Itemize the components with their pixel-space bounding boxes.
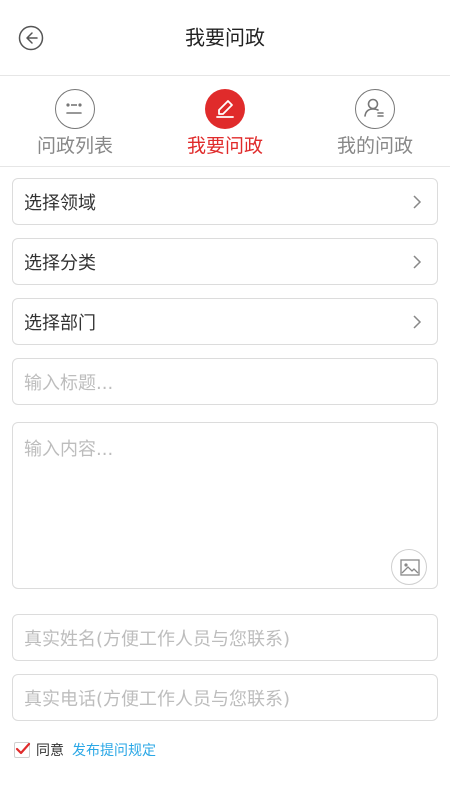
tab-ask-question[interactable]: 我要问政 [150, 77, 300, 167]
tab-my-questions[interactable]: 我的问政 [300, 77, 450, 167]
pencil-icon [205, 89, 245, 129]
real-name-input[interactable]: 真实姓名(方便工作人员与您联系) [12, 614, 438, 661]
agree-label: 同意 [36, 743, 64, 759]
title-input[interactable]: 输入标题... [12, 358, 438, 405]
add-image-button[interactable] [391, 549, 427, 585]
page-title: 我要问政 [185, 25, 265, 50]
select-department[interactable]: 选择部门 [12, 298, 438, 345]
agree-checkbox[interactable] [14, 742, 31, 758]
chevron-right-icon [413, 194, 422, 209]
posting-rules-link[interactable]: 发布提问规定 [72, 740, 156, 760]
tab-bar: 问政列表 我要问政 我的问政 [0, 77, 450, 167]
chevron-right-icon [413, 254, 422, 269]
real-phone-input[interactable]: 真实电话(方便工作人员与您联系) [12, 674, 438, 721]
title-placeholder: 输入标题... [24, 372, 114, 394]
tab-label: 我要问政 [186, 135, 263, 157]
select-category-label: 选择分类 [24, 252, 96, 274]
content-textarea[interactable]: 输入内容... [12, 422, 438, 589]
header-bar: 我要问政 [0, 0, 450, 76]
select-category[interactable]: 选择分类 [12, 238, 438, 285]
select-department-label: 选择部门 [24, 312, 96, 334]
checkmark-icon [15, 742, 31, 755]
user-icon [355, 89, 395, 129]
real-name-placeholder: 真实姓名(方便工作人员与您联系) [24, 628, 291, 650]
real-phone-placeholder: 真实电话(方便工作人员与您联系) [24, 688, 291, 710]
face-list-icon [55, 89, 95, 129]
select-domain-label: 选择领域 [24, 192, 96, 214]
content-placeholder: 输入内容... [24, 439, 114, 460]
chevron-right-icon [413, 314, 422, 329]
tab-label: 问政列表 [36, 135, 113, 157]
tab-label: 我的问政 [336, 135, 413, 157]
tab-question-list[interactable]: 问政列表 [0, 77, 150, 167]
agreement-row: 同意 发布提问规定 [14, 740, 156, 760]
select-domain[interactable]: 选择领域 [12, 178, 438, 225]
image-icon [400, 559, 420, 576]
